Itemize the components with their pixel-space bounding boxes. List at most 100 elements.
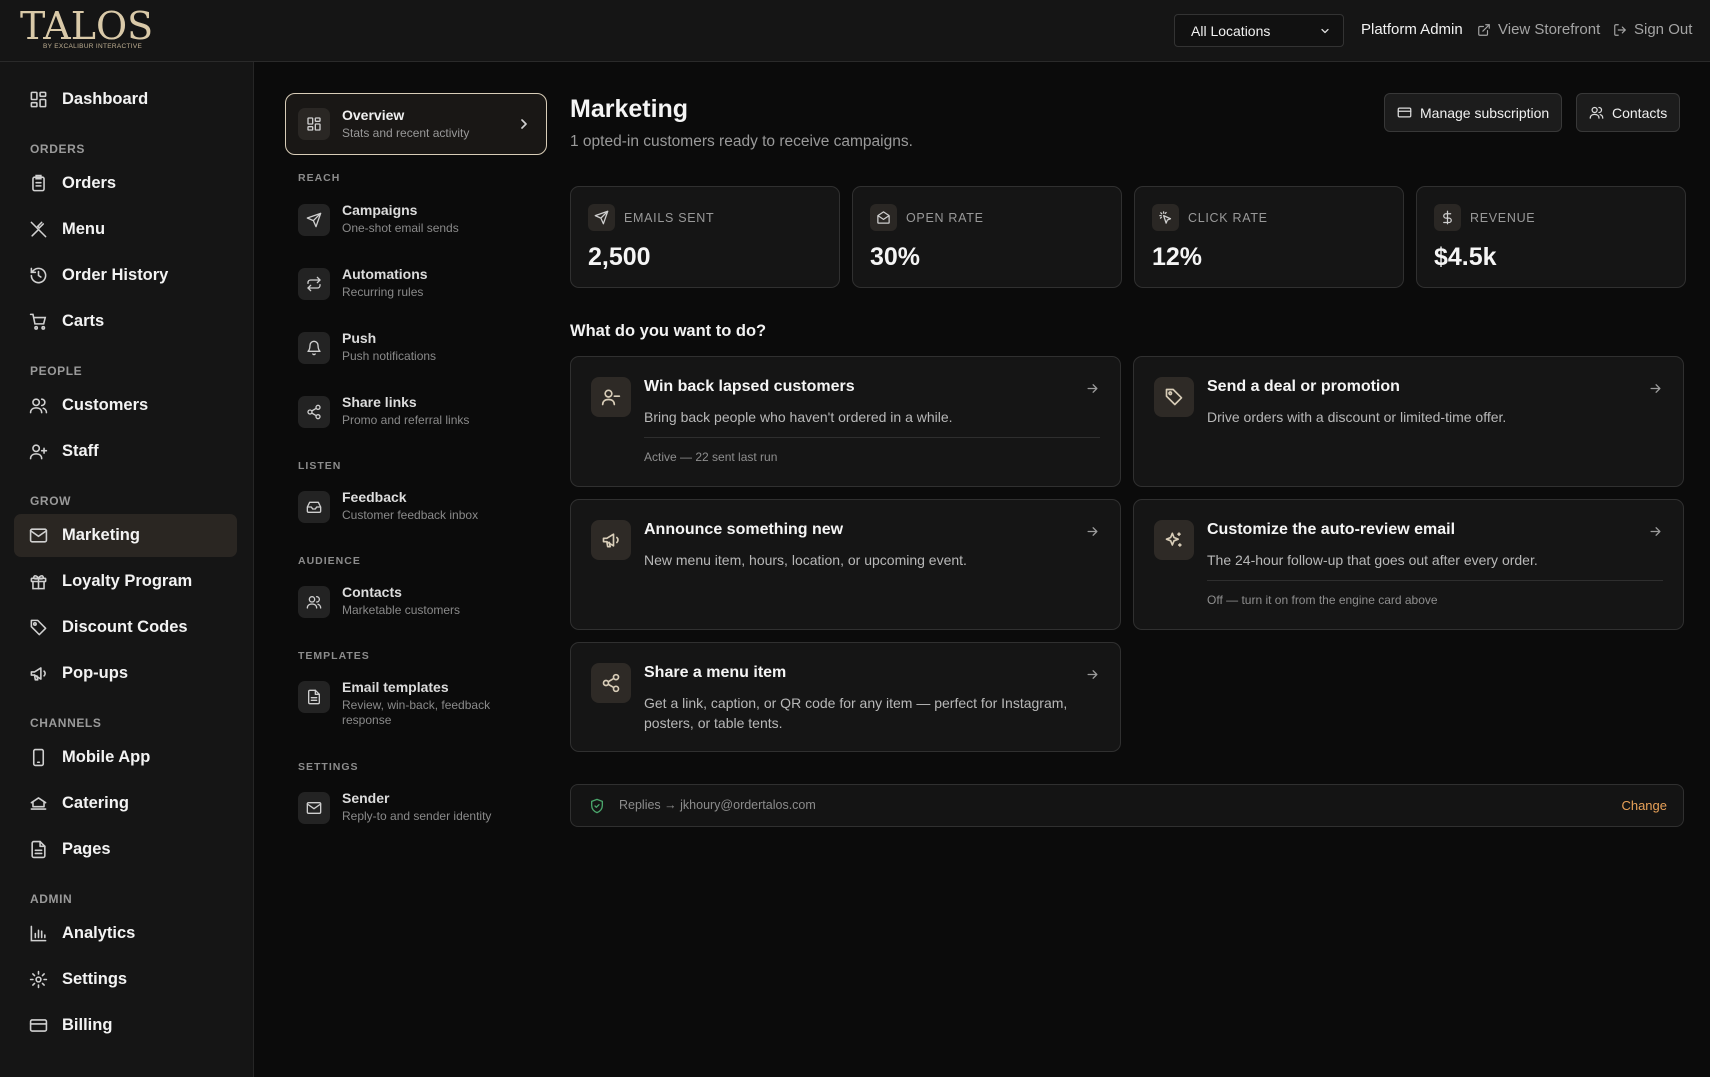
page-title: Marketing <box>570 95 689 123</box>
manage-subscription-button[interactable]: Manage subscription <box>1384 93 1563 132</box>
subnav-item-share-links[interactable]: Share links Promo and referral links <box>298 394 538 428</box>
sidebar-section-admin: ADMIN <box>30 892 73 906</box>
top-bar: TALOS BY EXCALIBUR INTERACTIVE All Locat… <box>0 0 1710 62</box>
platform-admin-label[interactable]: Platform Admin <box>1361 21 1463 38</box>
sidebar-item-settings[interactable]: Settings <box>14 958 237 1001</box>
sidebar: Dashboard ORDERS Orders Menu Order Histo… <box>0 62 254 1077</box>
credit-card-icon <box>1397 107 1412 118</box>
mail-icon <box>306 802 322 814</box>
sidebar-item-label: Carts <box>62 312 105 330</box>
bell-icon <box>307 340 321 356</box>
sidebar-item-discount-codes[interactable]: Discount Codes <box>14 606 237 649</box>
sidebar-item-label: Menu <box>62 220 106 238</box>
stat-card-emails-sent: EMAILS SENT 2,500 <box>570 186 840 288</box>
subnav-title: Share links <box>342 394 417 410</box>
page-subtitle: 1 opted-in customers ready to receive ca… <box>570 133 913 150</box>
location-select-value: All Locations <box>1191 22 1271 39</box>
sidebar-item-pages[interactable]: Pages <box>14 828 237 871</box>
contacts-button[interactable]: Contacts <box>1576 93 1681 132</box>
sign-out-link[interactable]: Sign Out <box>1613 21 1692 38</box>
arrow-right-icon <box>1087 384 1098 393</box>
inbox-icon <box>306 501 322 513</box>
shield-check-icon <box>591 798 603 814</box>
subnav-section-templates: TEMPLATES <box>298 650 370 662</box>
subnav-desc: Stats and recent activity <box>342 126 470 140</box>
stat-card-open-rate: OPEN RATE 30% <box>852 186 1122 288</box>
reply-to-text: Replies → jkhoury@ordertalos.com <box>619 798 816 812</box>
subnav-section-audience: AUDIENCE <box>298 555 361 567</box>
sidebar-item-billing[interactable]: Billing <box>14 1004 237 1047</box>
subnav-section-listen: LISTEN <box>298 460 342 472</box>
sidebar-item-menu[interactable]: Menu <box>14 208 237 251</box>
user-plus-icon <box>29 444 48 460</box>
subnav-item-contacts[interactable]: Contacts Marketable customers <box>298 584 538 618</box>
card-divider <box>644 437 1100 438</box>
sidebar-item-order-history[interactable]: Order History <box>14 254 237 297</box>
user-minus-icon <box>601 389 621 406</box>
sidebar-item-carts[interactable]: Carts <box>14 300 237 343</box>
automations-icon-box <box>298 268 330 300</box>
sidebar-item-catering[interactable]: Catering <box>14 782 237 825</box>
view-storefront-link[interactable]: View Storefront <box>1477 21 1600 38</box>
card-title: Win back lapsed customers <box>644 378 855 395</box>
change-reply-to-link[interactable]: Change <box>1621 798 1667 813</box>
subnav-title: Email templates <box>342 679 449 695</box>
log-out-icon <box>1614 23 1626 36</box>
sidebar-item-mobile-app[interactable]: Mobile App <box>14 736 237 779</box>
sidebar-item-label: Staff <box>62 442 99 460</box>
repeat-icon <box>307 276 321 292</box>
sidebar-item-label: Mobile App <box>62 748 151 766</box>
gift-icon <box>30 575 47 590</box>
chevron-down-icon <box>1321 28 1329 33</box>
mail-icon <box>29 528 48 543</box>
subnav-title: Overview <box>342 107 405 123</box>
card-send-deal[interactable]: Send a deal or promotion Drive orders wi… <box>1133 356 1684 487</box>
sidebar-item-orders[interactable]: Orders <box>14 162 237 205</box>
location-select[interactable]: All Locations <box>1174 14 1344 47</box>
stat-icon-box <box>588 204 615 231</box>
cloche-icon <box>30 797 47 810</box>
subnav-title: Automations <box>342 266 428 282</box>
sidebar-item-customers[interactable]: Customers <box>14 384 237 427</box>
subnav-item-feedback[interactable]: Feedback Customer feedback inbox <box>298 489 538 523</box>
stat-icon-box <box>1434 204 1461 231</box>
sidebar-item-analytics[interactable]: Analytics <box>14 912 237 955</box>
card-icon-box <box>1154 520 1194 560</box>
history-icon <box>30 267 47 284</box>
subnav-item-overview[interactable]: Overview Stats and recent activity <box>285 93 547 155</box>
subnav-item-email-templates[interactable]: Email templates Review, win-back, feedba… <box>298 679 538 728</box>
shopping-cart-icon <box>29 313 47 330</box>
sidebar-item-label: Loyalty Program <box>62 572 193 590</box>
campaigns-icon-box <box>298 204 330 236</box>
share-icon <box>602 673 620 693</box>
card-desc: New menu item, hours, location, or upcom… <box>644 552 967 568</box>
subnav-item-sender[interactable]: Sender Reply-to and sender identity <box>298 790 538 824</box>
grid-icon <box>30 91 47 108</box>
card-win-back[interactable]: Win back lapsed customers Bring back peo… <box>570 356 1121 487</box>
chevron-right-icon <box>521 119 527 129</box>
stat-value: 30% <box>870 243 921 271</box>
sparkles-icon <box>1165 532 1182 547</box>
card-announce[interactable]: Announce something new New menu item, ho… <box>570 499 1121 630</box>
smartphone-icon <box>32 748 45 767</box>
talos-logo[interactable]: TALOS BY EXCALIBUR INTERACTIVE <box>20 6 160 54</box>
send-icon <box>306 212 322 228</box>
card-share-menu-item[interactable]: Share a menu item Get a link, caption, o… <box>570 642 1121 752</box>
stat-label: REVENUE <box>1470 211 1536 225</box>
subnav-item-automations[interactable]: Automations Recurring rules <box>298 266 538 300</box>
mail-open-icon <box>877 211 890 224</box>
tag-icon <box>1165 388 1183 406</box>
sidebar-item-loyalty-program[interactable]: Loyalty Program <box>14 560 237 603</box>
card-title: Share a menu item <box>644 664 787 681</box>
sidebar-item-dashboard[interactable]: Dashboard <box>14 78 237 121</box>
card-auto-review[interactable]: Customize the auto-review email The 24-h… <box>1133 499 1684 630</box>
sidebar-item-label: Catering <box>62 794 129 812</box>
subnav-item-campaigns[interactable]: Campaigns One-shot email sends <box>298 202 538 236</box>
sidebar-item-pop-ups[interactable]: Pop-ups <box>14 652 237 695</box>
sidebar-item-staff[interactable]: Staff <box>14 430 237 473</box>
sidebar-item-marketing[interactable]: Marketing <box>14 514 237 557</box>
sidebar-item-label: Pop-ups <box>62 664 128 682</box>
subnav-item-push[interactable]: Push Push notifications <box>298 330 538 364</box>
tag-icon <box>30 619 47 636</box>
mouse-click-icon <box>1159 211 1172 224</box>
